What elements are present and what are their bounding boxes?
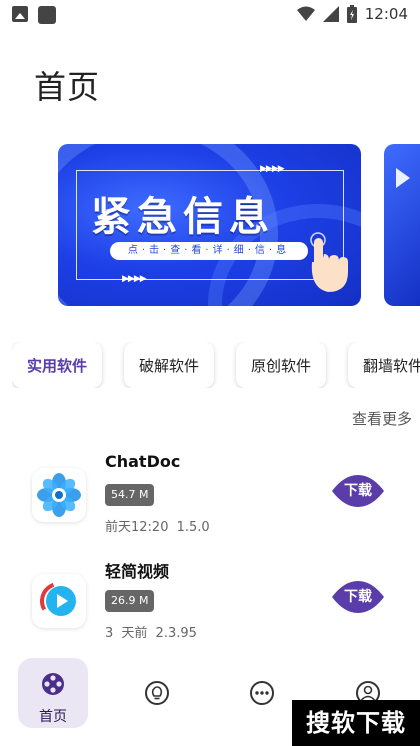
banner-emergency[interactable]: ▶▶▶▶ ▶▶▶▶ 紧急信息 点·击·查·看·详·细·信·息 bbox=[58, 144, 361, 306]
app-name: 轻简视频 bbox=[105, 562, 170, 581]
play-icon bbox=[396, 168, 410, 188]
app-list-item[interactable]: 轻简视频 26.9 M 3 天前 2.3.95 下载 bbox=[8, 554, 412, 658]
download-button[interactable]: 下载 bbox=[330, 580, 386, 614]
battery-icon bbox=[346, 5, 357, 23]
app-size-badge: 54.7 M bbox=[105, 484, 155, 506]
pointing-hand-icon bbox=[310, 232, 348, 292]
lightbulb-icon[interactable] bbox=[144, 680, 170, 706]
app-size-badge: 26.9 M bbox=[105, 590, 155, 612]
nav-home-tab[interactable]: 首页 bbox=[18, 658, 88, 728]
app-notification-icon bbox=[38, 6, 56, 24]
app-list-item[interactable]: ChatDoc 54.7 M 前天12:20 1.5.0 下载 bbox=[8, 448, 412, 552]
download-button[interactable]: 下载 bbox=[330, 474, 386, 508]
app-date: 3 天前 bbox=[105, 626, 148, 641]
app-version: 2.3.95 bbox=[155, 626, 197, 641]
app-meta: 3 天前 2.3.95 bbox=[105, 622, 197, 641]
video-app-icon bbox=[32, 574, 86, 628]
category-chip-utility[interactable]: 实用软件 bbox=[12, 342, 102, 388]
wifi-icon bbox=[296, 6, 315, 21]
more-icon[interactable] bbox=[249, 680, 275, 706]
banner-next-peek[interactable] bbox=[384, 144, 420, 306]
chevrons-decoration-icon: ▶▶▶▶ bbox=[260, 164, 285, 174]
app-meta: 前天12:20 1.5.0 bbox=[105, 516, 210, 535]
film-reel-icon bbox=[42, 673, 64, 695]
category-chip-cracked[interactable]: 破解软件 bbox=[124, 342, 214, 388]
image-notification-icon bbox=[12, 6, 28, 22]
signal-icon bbox=[322, 6, 339, 22]
category-chip-vpn[interactable]: 翻墙软件 bbox=[348, 342, 420, 388]
app-date: 前天12:20 bbox=[105, 520, 169, 535]
banner-title: 紧急信息 bbox=[91, 194, 275, 240]
download-label: 下载 bbox=[344, 483, 372, 499]
app-version: 1.5.0 bbox=[176, 520, 210, 535]
chevrons-decoration-icon: ▶▶▶▶ bbox=[122, 274, 147, 284]
category-chip-original[interactable]: 原创软件 bbox=[236, 342, 326, 388]
chatdoc-app-icon bbox=[32, 468, 86, 522]
download-label: 下载 bbox=[344, 589, 372, 605]
category-chips: 实用软件 破解软件 原创软件 翻墙软件 bbox=[12, 342, 420, 388]
banner-subtitle: 点·击·查·看·详·细·信·息 bbox=[110, 242, 308, 260]
status-time: 12:04 bbox=[364, 5, 408, 23]
app-name: ChatDoc bbox=[105, 452, 181, 471]
watermark-logo: 搜软下载 bbox=[292, 700, 420, 746]
page-title: 首页 bbox=[34, 68, 101, 106]
see-more-link[interactable]: 查看更多 bbox=[352, 408, 412, 429]
status-bar: 12:04 bbox=[0, 0, 420, 30]
nav-home-label: 首页 bbox=[39, 709, 67, 725]
